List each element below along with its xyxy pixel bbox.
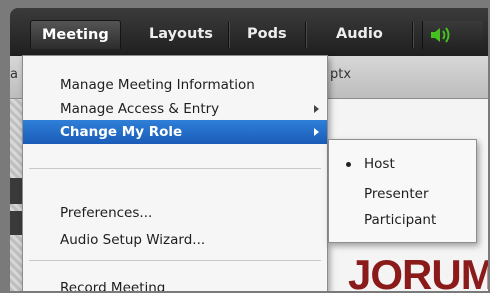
menu-separator bbox=[305, 22, 306, 48]
change-role-submenu: Host Presenter Participant bbox=[328, 139, 477, 243]
speaker-volume-icon bbox=[431, 27, 450, 43]
pod-title: ptx bbox=[330, 67, 352, 82]
selected-bullet-icon bbox=[346, 162, 351, 167]
submenu-arrow-icon bbox=[314, 128, 319, 136]
role-option-label: Participant bbox=[364, 212, 437, 228]
menu-item-label: Audio Setup Wizard... bbox=[60, 232, 206, 248]
menu-item-label: Manage Meeting Information bbox=[60, 77, 255, 93]
menu-item-change-my-role[interactable]: Change My Role bbox=[23, 120, 327, 144]
menu-divider bbox=[29, 168, 321, 169]
meeting-window: Meeting Layouts Pods Audio a ptx e JORUM… bbox=[10, 8, 488, 291]
menu-item-preferences[interactable]: Preferences... bbox=[23, 201, 327, 225]
menu-item-manage-access-entry[interactable]: Manage Access & Entry bbox=[23, 97, 327, 121]
menu-item-audio-setup-wizard[interactable]: Audio Setup Wizard... bbox=[23, 228, 327, 252]
menu-separator bbox=[228, 22, 229, 48]
menu-item-label: Preferences... bbox=[60, 205, 153, 221]
role-option-label: Presenter bbox=[364, 186, 429, 202]
menu-item-label: Manage Access & Entry bbox=[60, 101, 220, 117]
meeting-dropdown-menu: Manage Meeting Information Manage Access… bbox=[22, 55, 328, 291]
role-option-participant[interactable]: Participant bbox=[329, 208, 476, 232]
menu-layouts[interactable]: Layouts bbox=[138, 20, 224, 48]
menu-item-manage-meeting-information[interactable]: Manage Meeting Information bbox=[23, 73, 327, 97]
menu-meeting[interactable]: Meeting bbox=[30, 20, 121, 49]
audio-button[interactable] bbox=[422, 21, 483, 49]
role-option-presenter[interactable]: Presenter bbox=[329, 182, 476, 206]
menu-audio[interactable]: Audio bbox=[325, 20, 394, 48]
menu-item-record-meeting[interactable]: Record Meeting bbox=[23, 276, 327, 291]
role-option-label: Host bbox=[364, 156, 395, 172]
menu-divider bbox=[29, 260, 321, 261]
pod-left-edge-text: a bbox=[10, 67, 18, 82]
menu-pods[interactable]: Pods bbox=[236, 20, 298, 48]
role-option-host[interactable]: Host bbox=[329, 152, 476, 176]
menu-bar: Meeting Layouts Pods Audio bbox=[10, 8, 488, 56]
menu-item-label: Record Meeting bbox=[60, 280, 166, 291]
menu-item-label: Change My Role bbox=[60, 124, 183, 140]
submenu-arrow-icon bbox=[314, 105, 319, 113]
background-logo: JORUM bbox=[348, 251, 488, 292]
menu-separator bbox=[412, 22, 413, 48]
